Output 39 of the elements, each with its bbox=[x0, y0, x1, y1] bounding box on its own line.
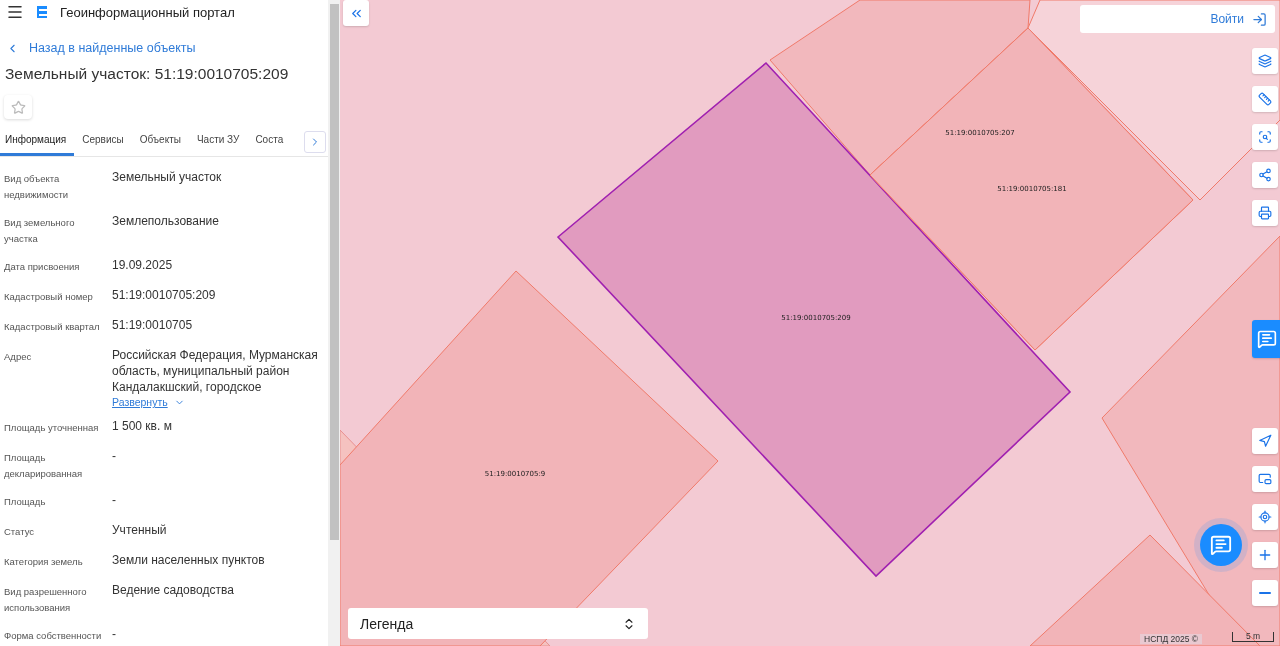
property-value: Учтенный bbox=[112, 522, 168, 538]
property-label: Вид объекта недвижимости bbox=[4, 172, 70, 202]
tab[interactable]: Информация bbox=[0, 127, 75, 156]
back-link[interactable]: Назад в найденные объекты bbox=[6, 39, 196, 57]
tab[interactable]: Соста bbox=[247, 127, 292, 156]
property-value: - bbox=[112, 626, 117, 642]
property-label: Вид разрешенного использования bbox=[4, 585, 88, 615]
property-value: Ведение садоводства bbox=[112, 582, 235, 598]
tab[interactable]: Объекты bbox=[131, 127, 189, 156]
property-value: 19.09.2025 bbox=[112, 257, 174, 273]
property-value: 51:19:0010705:209 bbox=[112, 287, 217, 303]
property-label: Категория земель bbox=[4, 555, 84, 569]
property-value: 1 500 кв. м bbox=[112, 418, 173, 434]
property-label: Дата присвоения bbox=[4, 260, 81, 274]
expand-link[interactable]: Развернуть bbox=[112, 396, 185, 408]
property-value: Земельный участок bbox=[112, 169, 223, 185]
property-value: Земли населенных пунктов bbox=[112, 552, 266, 568]
legend-button[interactable]: Легенда bbox=[348, 608, 648, 639]
property-label: Адрес bbox=[4, 350, 33, 364]
property-value: - bbox=[112, 492, 117, 508]
login-button[interactable]: Войти bbox=[1080, 5, 1275, 33]
tab[interactable]: Части ЗУ bbox=[188, 127, 248, 156]
object-title: Земельный участок: 51:19:0010705:209 bbox=[5, 64, 290, 83]
tab[interactable]: Сервисы bbox=[74, 127, 132, 156]
property-label: Форма собственности bbox=[4, 629, 103, 643]
property-value: Землепользование bbox=[112, 213, 220, 229]
property-value: Российская Федерация, Мурманская область, муниципальный район Кандалакшский, городское bbox=[112, 347, 319, 395]
map-attribution: НСПД 2025 © bbox=[1140, 634, 1203, 644]
property-value: - bbox=[112, 448, 117, 464]
property-value: 51:19:0010705 bbox=[112, 317, 194, 333]
property-label: Площадь декларированная bbox=[4, 451, 84, 481]
portal-title: Геоинформационный портал bbox=[60, 4, 235, 20]
property-label: Кадастровый квартал bbox=[4, 320, 101, 334]
property-label: Площадь bbox=[4, 495, 47, 509]
property-label: Статус bbox=[4, 525, 36, 539]
property-label: Площадь уточненная bbox=[4, 421, 100, 435]
property-label: Вид земельного участка bbox=[4, 216, 76, 246]
scale-bar: 5 m bbox=[1232, 632, 1274, 642]
property-label: Кадастровый номер bbox=[4, 290, 94, 304]
